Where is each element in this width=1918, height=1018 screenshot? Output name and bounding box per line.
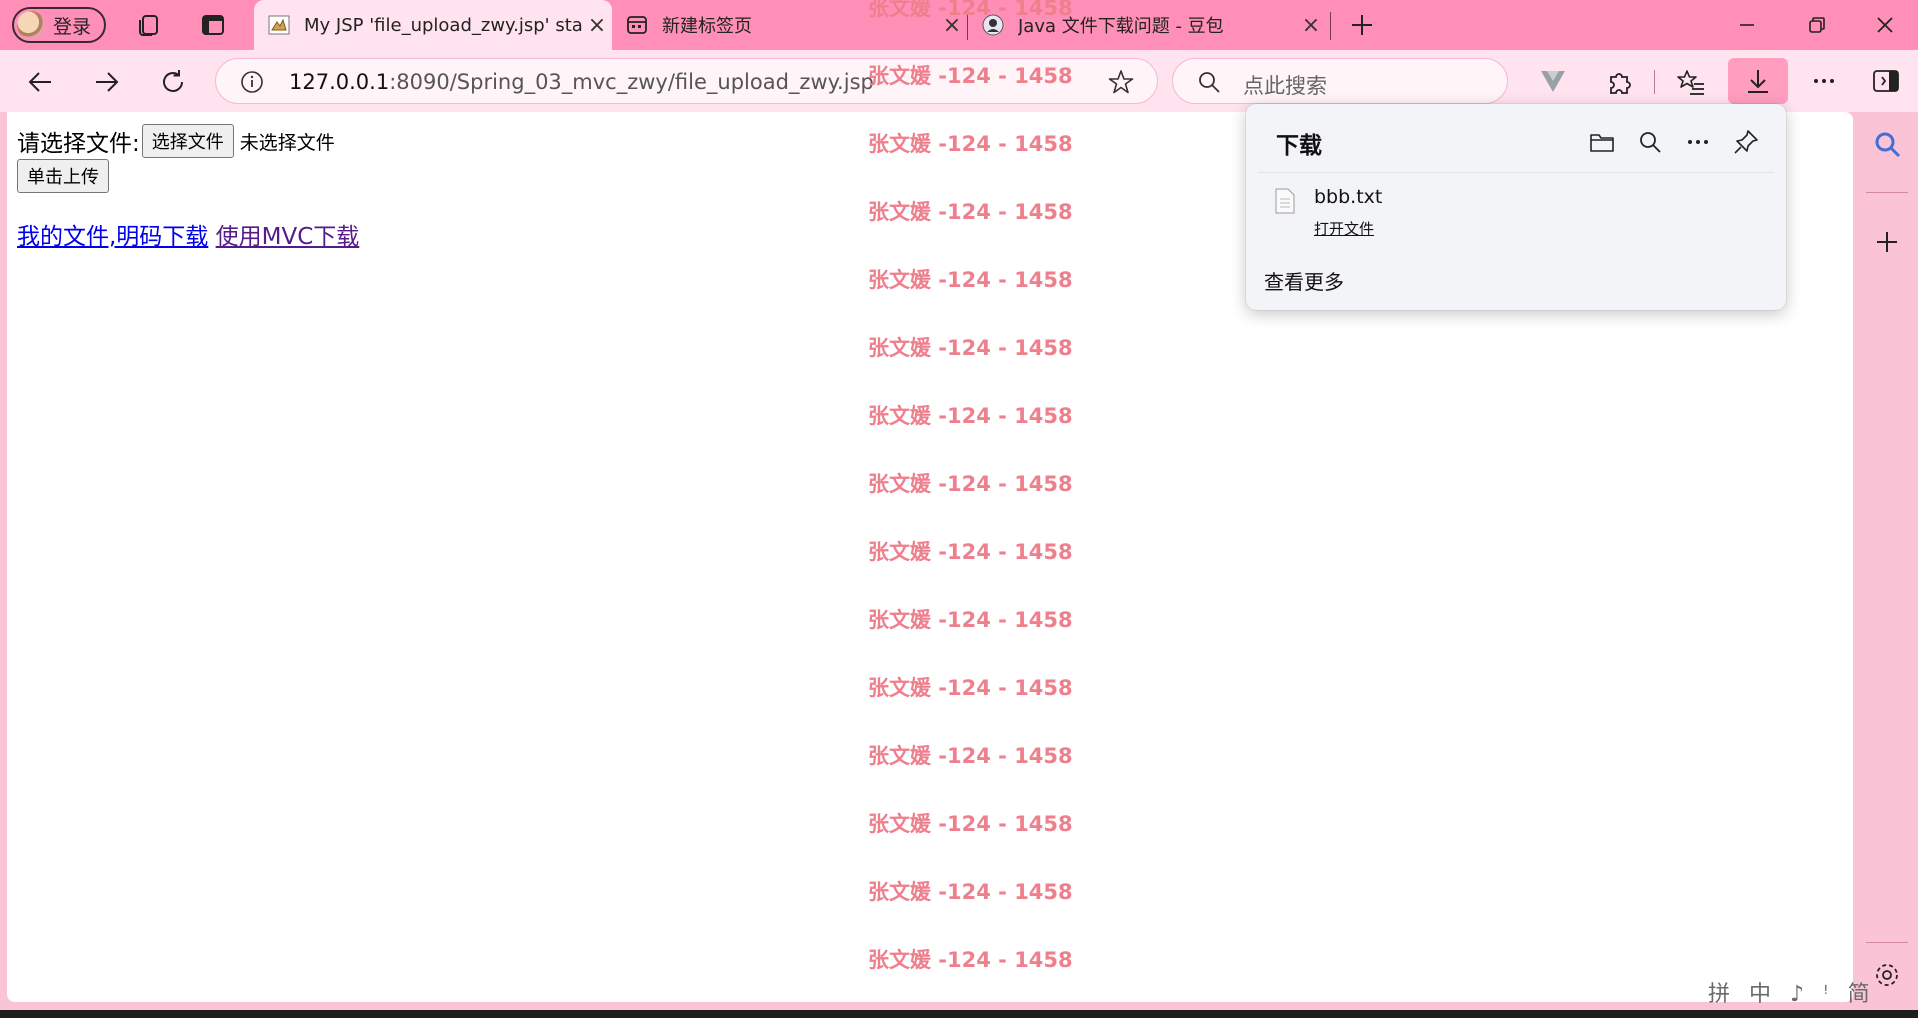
refresh-icon — [163, 70, 183, 92]
collections-icon[interactable] — [136, 12, 162, 38]
watermark-text: 张文媛 -124 - 1458 — [868, 268, 1073, 292]
taskbar-strip — [0, 1010, 1918, 1018]
favorite-star-icon[interactable] — [1108, 69, 1134, 95]
plain-download-link[interactable]: 我的文件,明码下载 — [17, 224, 208, 250]
tab-separator — [1330, 12, 1331, 40]
downloads-search-icon[interactable] — [1636, 128, 1664, 156]
sidebar-divider — [1866, 942, 1908, 943]
file-label: 请选择文件: — [17, 131, 140, 157]
address-url[interactable]: 127.0.0.1:8090/Spring_03_mvc_zwy/file_up… — [289, 70, 874, 94]
profile-button[interactable]: 登录 — [12, 7, 106, 43]
watermark-text: 张文媛 -124 - 1458 — [868, 676, 1073, 700]
toolbar-separator — [1654, 70, 1655, 94]
tab-title: My JSP 'file_upload_zwy.jsp' startin — [304, 14, 582, 36]
profile-label: 登录 — [53, 15, 92, 38]
see-more-link[interactable]: 查看更多 — [1264, 266, 1344, 295]
close-window-button[interactable] — [1850, 0, 1918, 50]
address-path: :8090/Spring_03_mvc_zwy/file_upload_zwy.… — [389, 70, 874, 94]
address-host: 127.0.0.1 — [289, 70, 390, 94]
no-file-chosen-text: 未选择文件 — [239, 131, 335, 154]
watermark-text: 张文媛 -124 - 1458 — [868, 336, 1073, 360]
watermark-text: 张文媛 -124 - 1458 — [868, 472, 1073, 496]
download-file-name[interactable]: bbb.txt — [1314, 186, 1382, 208]
back-button[interactable] — [20, 62, 60, 102]
watermark-text: 张文媛 -124 - 1458 — [868, 0, 1073, 20]
downloads-more-icon[interactable] — [1684, 128, 1712, 156]
vue-devtools-icon[interactable] — [1540, 70, 1566, 94]
watermark-text: 张文媛 -124 - 1458 — [868, 540, 1073, 564]
downloads-title: 下载 — [1276, 133, 1322, 159]
watermark-text: 张文媛 -124 - 1458 — [868, 880, 1073, 904]
text-file-icon — [1275, 188, 1295, 214]
watermark-text: 张文媛 -124 - 1458 — [868, 132, 1073, 156]
tab-close-icon[interactable]: × — [582, 13, 612, 38]
favorites-list-icon[interactable] — [1677, 68, 1705, 96]
restore-icon — [1809, 17, 1825, 33]
extensions-puzzle-icon[interactable] — [1605, 68, 1633, 96]
choose-file-button[interactable]: 选择文件 — [141, 124, 234, 158]
sidebar-divider — [1866, 192, 1908, 193]
downloads-button[interactable] — [1728, 58, 1788, 104]
search-box[interactable]: 点此搜索 — [1172, 58, 1508, 104]
watermark-text: 张文媛 -124 - 1458 — [868, 64, 1073, 88]
upload-button[interactable]: 单击上传 — [17, 159, 109, 193]
tab-actions-icon[interactable] — [200, 12, 226, 38]
minimize-icon — [1740, 24, 1754, 26]
ime-indicator[interactable]: 拼 中 ♪ ꜝ 简 — [1708, 976, 1876, 1008]
tab-file-upload[interactable]: My JSP 'file_upload_zwy.jsp' startin × — [254, 0, 612, 50]
sidebar-search-icon[interactable] — [1872, 129, 1902, 159]
downloads-flyout: 下载 bbb.txt 打开文件 查看更多 — [1246, 104, 1786, 310]
refresh-button[interactable] — [153, 62, 193, 102]
site-info-icon[interactable] — [240, 70, 264, 94]
sidebar-toggle-icon[interactable] — [1872, 68, 1900, 94]
close-icon — [1877, 17, 1893, 33]
new-tab-plus-icon[interactable] — [1349, 12, 1375, 38]
new-tab-favicon-icon — [627, 16, 647, 34]
watermark-text: 张文媛 -124 - 1458 — [868, 948, 1073, 972]
tab-close-icon[interactable]: × — [1296, 13, 1326, 38]
watermark-text: 张文媛 -124 - 1458 — [868, 608, 1073, 632]
watermark-text: 张文媛 -124 - 1458 — [868, 404, 1073, 428]
sidebar-add-icon[interactable] — [1872, 227, 1902, 257]
right-sidebar — [1856, 112, 1918, 1002]
open-folder-icon[interactable] — [1588, 128, 1616, 156]
restore-button[interactable] — [1782, 0, 1852, 50]
sidebar-settings-gear-icon[interactable] — [1872, 960, 1902, 990]
back-arrow-icon — [28, 72, 51, 92]
pin-icon[interactable] — [1732, 128, 1760, 156]
flyout-divider — [1258, 172, 1774, 173]
download-links: 我的文件,明码下载 使用MVC下载 — [17, 217, 359, 251]
watermark-text: 张文媛 -124 - 1458 — [868, 200, 1073, 224]
tomcat-favicon-icon — [268, 15, 290, 35]
search-placeholder: 点此搜索 — [1243, 74, 1327, 98]
forward-arrow-icon — [96, 72, 119, 92]
avatar — [17, 11, 45, 39]
watermark-text: 张文媛 -124 - 1458 — [868, 744, 1073, 768]
watermark-text: 张文媛 -124 - 1458 — [868, 812, 1073, 836]
forward-button[interactable] — [87, 62, 127, 102]
more-options-icon[interactable] — [1811, 68, 1837, 94]
file-chooser-row: 请选择文件: 选择文件 未选择文件 — [17, 124, 335, 158]
open-file-link[interactable]: 打开文件 — [1314, 218, 1374, 239]
mvc-download-link[interactable]: 使用MVC下载 — [216, 224, 360, 250]
minimize-button[interactable] — [1712, 0, 1782, 50]
download-icon — [1748, 70, 1768, 93]
search-icon — [1199, 72, 1220, 93]
